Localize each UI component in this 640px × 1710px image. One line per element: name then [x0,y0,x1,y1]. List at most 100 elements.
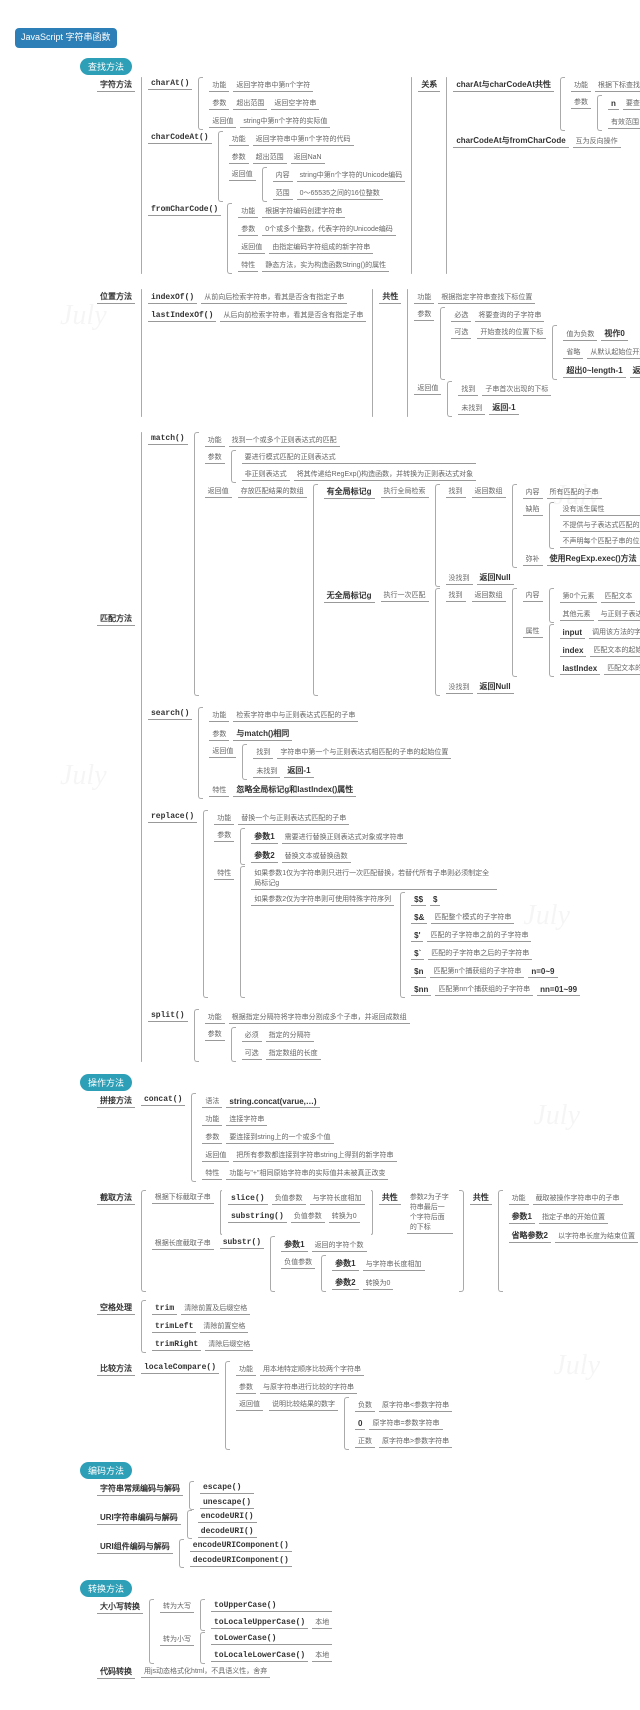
k: 参数 [238,223,258,236]
v: 替换文本或替换函数 [282,850,351,863]
k: 功能 [202,1113,222,1126]
k: 参数 [414,308,434,321]
k: 内容 [523,486,543,499]
unescape-node: unescape() [200,1497,254,1509]
v: 匹配第n个捕获组的子字符串 [430,965,524,978]
k: 返回值 [209,115,236,128]
k: 参数1 [509,1210,535,1224]
k: $$ [411,894,426,906]
v: 检索字符串中与正则表达式匹配的子串 [233,709,358,722]
k: 内容 [273,169,293,182]
v: string中第n个字符的Unicode编码 [297,169,406,182]
root-node: JavaScript 字符串函数 [15,28,117,48]
v: 匹配文本的起始字符在字符串中的位置 [590,644,640,657]
escape-node: escape() [200,1482,254,1494]
concat-label: 拼接方法 [97,1094,135,1108]
tolowercase-node: toLowerCase() [211,1633,332,1645]
v: 匹配的子字符串之后的子字符串 [428,947,532,960]
v: 返回数组 [472,589,506,602]
v: 匹配的子字符串之前的子字符串 [427,929,531,942]
k: 可选 [451,326,471,339]
v: 超出范围 [253,151,287,164]
split-node: split() [148,1010,188,1022]
k: 特性 [238,259,258,272]
codeconv-label: 代码转换 [97,1665,135,1679]
v: 匹配文本的末尾字符在字符串中的位置 [604,662,640,675]
k: 值为负数 [563,328,597,341]
k: 找到 [253,746,273,759]
k: 参数 [571,96,591,109]
v: nn=01~99 [537,984,580,996]
v: 将其传递给RegExp()构造函数，并转换为正则表达式对象 [294,468,477,481]
v: 功能与"+"相同原始字符串的实际值并未被真正改变 [226,1167,388,1180]
v: 与正则子表达式匹配的文本 [598,608,640,621]
v: 从后向前检索字符串，看其是否含有指定子串 [220,309,366,322]
k: 参数 [214,829,234,842]
k: $n [411,966,426,978]
decodeuri-node: decodeURI() [198,1526,257,1538]
v: 返回NaN [291,151,325,164]
v: 要连接到string上的一个或多个值 [226,1131,333,1144]
k: 找到 [446,485,466,498]
search-node: search() [148,708,192,720]
v: 截取被操作字符串中的子串 [533,1192,623,1205]
section-op-label: 操作方法 [80,1074,132,1091]
match-label: 匹配方法 [97,612,135,626]
v: 不声明每个匹配子串的位置 [560,535,640,548]
v: 返回-1 [630,364,640,378]
slice-node: slice() [228,1193,268,1205]
v: 所有匹配的子串 [547,486,602,499]
k: 返回值 [229,168,256,181]
tolocaleuppercase-node: toLocaleUpperCase() [211,1617,308,1629]
concat-group: 拼接方法 concat() 语法string.concat(varue,…) 功… [95,1093,640,1182]
v: 开始查找的位置下标 [477,326,546,339]
k: 有全局标记g [324,485,375,499]
v: 执行全局检索 [381,485,429,498]
cut-common: 共性 [470,1191,492,1205]
k: 功能 [509,1192,529,1205]
v: 本地 [312,1649,332,1662]
v: 说明比较结果的数字 [269,1398,338,1411]
v: 静态方法，实为构造函数String()的属性 [262,259,389,272]
k: 第0个元素 [560,590,598,603]
v: 参数2为子字符串最后一个字符后面的下标 [407,1191,453,1234]
v: 找到一个或多个正则表达式的匹配 [229,434,340,447]
k: 负值参数 [291,1210,325,1223]
v: 清除前置空格 [200,1320,248,1333]
v: 转换为0 [363,1277,394,1290]
k: 非正则表达式 [242,468,290,481]
k: 功能 [209,709,229,722]
trim-node: trim [152,1303,177,1315]
v: 从默认起始位开始查找 [587,346,640,359]
bylen-label: 根据长度截取子串 [152,1237,214,1250]
k: 可选 [242,1047,262,1060]
k: 未找到 [458,402,485,415]
v: 与字符串长度相加 [363,1258,425,1271]
v: 执行一次匹配 [381,589,429,602]
k: 参数2 [332,1276,358,1290]
k: $nn [411,984,431,996]
k: 功能 [214,812,234,825]
k: 参数1 [251,830,277,844]
v: 0个或多个整数，代表字符的Unicode编码 [262,223,396,236]
k: 没找到 [446,572,473,585]
v: 根据字符编码创建字符串 [262,205,345,218]
v: 原字符串>参数字符串 [379,1435,452,1448]
section-find: 查找方法 字符方法 charAt() 功能返回字符串中第n个字符 参数超出范围返… [80,56,640,1062]
k: 返回值 [238,241,265,254]
substring-node: substring() [228,1211,287,1223]
k: 参数 [209,97,229,110]
k: 参数 [229,151,249,164]
v: 匹配文本 [601,590,635,603]
k: 属性 [523,625,543,638]
encodeuricomponent-node: encodeURIComponent() [190,1540,292,1552]
cut-group: 截取方法 根据下标截取子串 slice()负值参数与字符长度相加 substri… [95,1190,640,1292]
v: 0～65535之间的16位整数 [297,187,383,200]
v: 根据下标查找指定字符 [595,79,640,92]
concat-node: concat() [141,1094,185,1106]
k: 省略 [563,346,583,359]
section-convert-label: 转换方法 [80,1580,132,1597]
v: 视作0 [601,327,627,341]
k: 返回值 [236,1398,263,1411]
lastindexof-node: lastIndexOf() [148,310,216,322]
